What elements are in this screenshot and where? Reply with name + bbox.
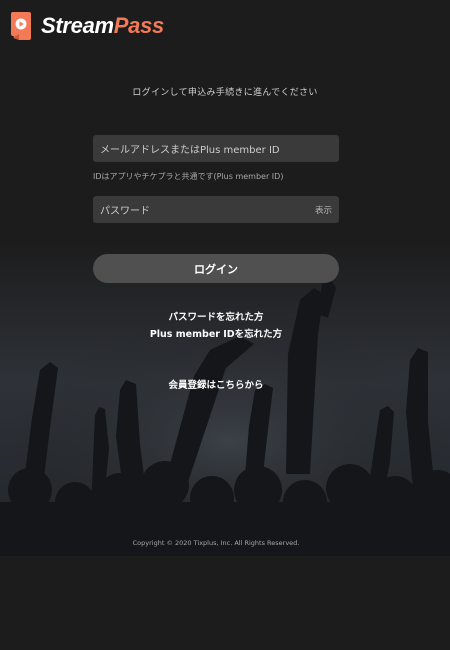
login-form-area: ログインして申込み手続きに進んでください メールアドレスまたはPlus memb… [0, 0, 450, 650]
password-field[interactable]: パスワード 表示 [93, 196, 339, 223]
login-page: StreamPass ログインして申込み手続きに進んでください メールアドレスま… [0, 0, 450, 650]
show-password-toggle[interactable]: 表示 [315, 204, 332, 216]
email-field[interactable]: メールアドレスまたはPlus member ID [93, 135, 339, 162]
login-button[interactable]: ログイン [93, 254, 339, 283]
forgot-password-link[interactable]: パスワードを忘れた方 [0, 309, 432, 323]
login-intro-text: ログインして申込み手続きに進んでください [132, 88, 318, 98]
forgot-id-link[interactable]: Plus member IDを忘れた方 [0, 326, 432, 340]
password-placeholder: パスワード [100, 206, 150, 217]
email-hint-text: IDはアプリやチケプラと共通です(Plus member ID) [93, 172, 284, 181]
email-placeholder: メールアドレスまたはPlus member ID [100, 145, 280, 156]
copyright-text: Copyright © 2020 Tixplus, Inc. All Right… [132, 539, 300, 547]
register-link[interactable]: 会員登録はこちらから [0, 377, 432, 391]
